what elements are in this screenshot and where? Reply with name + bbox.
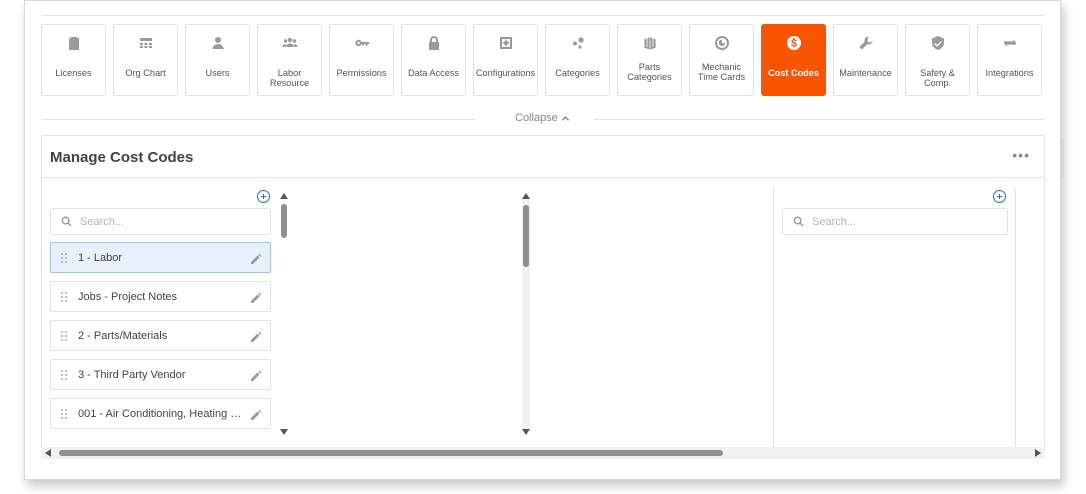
right-search-box [782, 208, 1008, 235]
drag-handle-icon[interactable] [61, 253, 67, 263]
clipboard-check-icon [42, 25, 105, 62]
tile-label: Org Chart [125, 67, 166, 78]
tile-data-access[interactable]: Data Access [401, 24, 466, 96]
parts-box-icon [618, 25, 681, 62]
add-sub-code-button[interactable] [993, 190, 1006, 203]
tile-label: Categories [555, 67, 600, 78]
top-divider [41, 15, 1045, 16]
key-icon [330, 25, 393, 62]
tile-parts-categories[interactable]: Parts Categories [617, 24, 682, 96]
tile-maintenance[interactable]: Maintenance [833, 24, 898, 96]
left-search-box [50, 208, 271, 235]
left-search-input[interactable] [80, 215, 240, 228]
admin-tiles: Licenses Org Chart Users Labor Resource Perm… [41, 24, 1042, 96]
more-options-button[interactable]: ••• [1012, 148, 1030, 162]
search-icon [793, 216, 804, 227]
list-item-label: 1 - Labor [78, 251, 123, 264]
tile-mechanic-time-cards[interactable]: Mechanic Time Cards [689, 24, 754, 96]
scroll-thumb[interactable] [281, 204, 287, 238]
tile-configurations[interactable]: Configurations [473, 24, 538, 96]
settings-box-icon [474, 25, 537, 62]
add-cost-code-button[interactable] [257, 190, 270, 203]
tile-licenses[interactable]: Licenses [41, 24, 106, 96]
collapse-button[interactable]: Collapse [515, 112, 570, 124]
dollar-circle-icon [762, 25, 825, 62]
list-item[interactable]: 1 - Labor [50, 242, 271, 273]
tile-org-chart[interactable]: Org Chart [113, 24, 178, 96]
drag-handle-icon[interactable] [61, 331, 67, 341]
scroll-down-arrow[interactable] [280, 429, 288, 435]
admin-window: Licenses Org Chart Users Labor Resource Perm… [24, 0, 1061, 480]
tile-labor-resource[interactable]: Labor Resource [257, 24, 322, 96]
tile-label: Labor Resource [269, 67, 310, 89]
tile-label: Integrations [985, 67, 1034, 78]
cost-codes-card: Manage Cost Codes ••• 1 - Labor Jobs - Pr… [41, 135, 1045, 456]
right-search-input[interactable] [812, 215, 972, 228]
pencil-icon[interactable] [250, 408, 262, 420]
list-item[interactable]: 3 - Third Party Vendor [50, 359, 271, 390]
tile-label: Cost Codes [767, 67, 820, 78]
tile-categories[interactable]: Categories [545, 24, 610, 96]
list-item[interactable]: Jobs - Project Notes [50, 281, 271, 312]
user-icon [186, 25, 249, 62]
collapse-divider-left [41, 119, 475, 120]
list-item-label: Jobs - Project Notes [78, 290, 178, 303]
search-icon [61, 216, 72, 227]
middle-list-scrollbar[interactable] [522, 193, 530, 435]
bubbles-icon [546, 25, 609, 62]
list-item-label: 001 - Air Conditioning, Heating and Vent… [78, 407, 246, 420]
tile-label: Permissions [336, 67, 387, 78]
tile-label: Parts Categories [627, 61, 672, 83]
card-header: Manage Cost Codes ••• [42, 136, 1044, 178]
left-list-scrollbar[interactable] [280, 193, 288, 435]
tile-users[interactable]: Users [185, 24, 250, 96]
tile-cost-codes[interactable]: Cost Codes [761, 24, 826, 96]
scroll-left-arrow[interactable] [45, 449, 51, 457]
card-title: Manage Cost Codes [50, 149, 194, 166]
arrows-exchange-icon [978, 25, 1041, 62]
tile-permissions[interactable]: Permissions [329, 24, 394, 96]
scroll-up-arrow[interactable] [280, 193, 288, 199]
pencil-icon[interactable] [250, 330, 262, 342]
tile-label: Data Access [407, 67, 460, 78]
tile-label: Maintenance [839, 67, 892, 78]
cost-code-list: 1 - Labor Jobs - Project Notes 2 - Parts/M… [50, 242, 271, 437]
chevron-up-icon [561, 115, 569, 121]
drag-handle-icon[interactable] [61, 292, 67, 302]
collapse-divider-right [594, 119, 1045, 120]
tile-safety-comp[interactable]: Safety & Comp. [905, 24, 970, 96]
tile-label: Configurations [475, 67, 536, 78]
wrench-icon [834, 25, 897, 62]
tile-label: Mechanic Time Cards [697, 61, 746, 83]
panel-divider-right [1015, 188, 1016, 456]
group-icon [258, 25, 321, 62]
collapse-row: Collapse [41, 105, 1045, 135]
side-panel-handle[interactable] [1060, 138, 1064, 178]
tile-label: Users [205, 67, 230, 78]
panel-divider [773, 188, 774, 456]
clock-icon [690, 25, 753, 62]
scroll-thumb[interactable] [523, 205, 529, 267]
scroll-down-arrow[interactable] [522, 429, 530, 435]
list-item[interactable]: 2 - Parts/Materials [50, 320, 271, 351]
pencil-icon[interactable] [250, 369, 262, 381]
collapse-label: Collapse [515, 112, 558, 124]
list-item-label: 3 - Third Party Vendor [78, 368, 186, 381]
pencil-icon[interactable] [250, 252, 262, 264]
org-chart-icon [114, 25, 177, 62]
scroll-up-arrow[interactable] [522, 193, 530, 199]
pencil-icon[interactable] [250, 291, 262, 303]
scroll-right-arrow[interactable] [1035, 449, 1041, 457]
list-item[interactable]: 001 - Air Conditioning, Heating and Vent… [50, 398, 271, 429]
drag-handle-icon[interactable] [61, 370, 67, 380]
horizontal-scroll-thumb[interactable] [59, 450, 723, 456]
tile-label: Safety & Comp. [920, 67, 955, 89]
horizontal-scrollbar[interactable] [41, 447, 1045, 459]
list-item-label: 2 - Parts/Materials [78, 329, 168, 342]
tile-label: Licenses [55, 67, 92, 78]
drag-handle-icon[interactable] [61, 409, 67, 419]
shield-check-icon [906, 25, 969, 62]
lock-icon [402, 25, 465, 62]
tile-integrations[interactable]: Integrations [977, 24, 1042, 96]
